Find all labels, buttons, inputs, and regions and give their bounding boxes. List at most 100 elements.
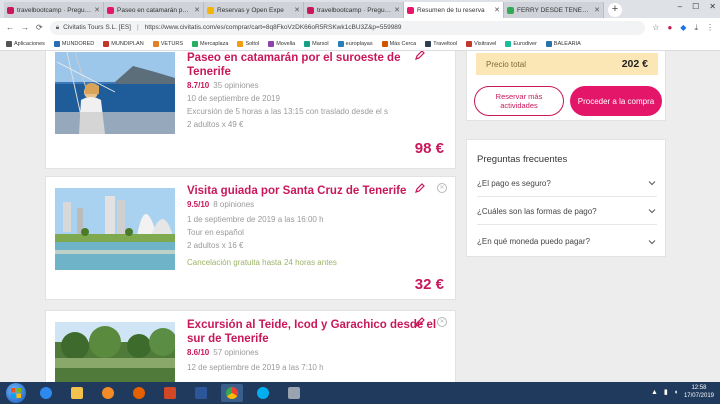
taskbar-word[interactable] <box>190 384 212 402</box>
activity-date: 12 de septiembre de 2019 a las 7:10 h <box>187 363 324 372</box>
bookmark-item[interactable]: Eurodiver <box>505 40 537 47</box>
lock-icon: 🔒︎ <box>55 23 60 31</box>
tab-close-icon[interactable]: ✕ <box>394 6 400 14</box>
extension-icon[interactable]: ● <box>667 23 672 33</box>
extension-icon-2[interactable]: ◆ <box>680 23 686 33</box>
page-content: Paseo en catamarán por el suroeste de Te… <box>0 51 720 382</box>
network-icon[interactable]: ▮ <box>664 388 668 396</box>
menu-icon[interactable]: ⋮ <box>706 23 714 33</box>
tab-3[interactable]: travelbootcamp · Preguntas ✕ <box>304 2 404 18</box>
bookmark-item[interactable]: BALEARIA <box>545 40 581 47</box>
reload-icon[interactable]: ⟳ <box>36 23 43 32</box>
minimize-icon[interactable]: – <box>678 2 682 11</box>
bookmark-item[interactable]: MUNDORED <box>53 40 94 47</box>
close-window-icon[interactable]: ✕ <box>709 2 716 11</box>
folder-icon <box>71 387 83 399</box>
bookmark-item[interactable]: Marsol <box>304 40 329 47</box>
activity-title[interactable]: Excursión al Teide, Icod y Garachico des… <box>187 318 443 346</box>
word-icon <box>195 387 207 399</box>
activity-detail: Excursión de 5 horas a las 13:15 con tra… <box>187 107 389 116</box>
bookmark-item[interactable]: Soltol <box>237 40 259 47</box>
tab-1[interactable]: Paseo en catamarán por el s ✕ <box>104 2 204 18</box>
tab-close-icon[interactable]: ✕ <box>194 6 200 14</box>
bookmark-favicon-icon <box>192 40 198 47</box>
tab-close-icon[interactable]: ✕ <box>294 6 300 14</box>
activity-rating: 8.6/10 57 opiniones <box>187 348 443 357</box>
tab-close-icon[interactable]: ✕ <box>494 6 500 14</box>
remove-item-icon[interactable]: ✕ <box>437 317 447 327</box>
chevron-down-icon <box>648 239 656 244</box>
taskbar-ie[interactable] <box>35 384 57 402</box>
activity-people: 2 adultos x 16 € <box>187 241 244 250</box>
bookmark-item[interactable]: Movella <box>268 40 295 47</box>
volume-icon[interactable]: ◖ <box>674 389 678 396</box>
maximize-icon[interactable]: ☐ <box>692 2 699 11</box>
tab-2[interactable]: Reservas y Open Expe ✕ <box>204 2 304 18</box>
bookmark-favicon-icon <box>304 40 311 47</box>
review-count[interactable]: 8 opiniones <box>213 200 254 209</box>
book-more-activities-button[interactable]: Reservar más actividades <box>474 86 564 116</box>
rating-score: 9.5/10 <box>187 200 210 209</box>
activity-thumbnail[interactable] <box>55 322 175 382</box>
taskbar-media[interactable] <box>97 384 119 402</box>
chevron-down-icon <box>648 209 656 214</box>
tab-favicon-icon <box>307 6 314 14</box>
bookmark-favicon-icon <box>337 40 344 47</box>
bookmark-item[interactable]: Visitravel <box>466 40 496 47</box>
bookmark-item[interactable]: Más Cerca <box>381 40 416 47</box>
faq-item-currency[interactable]: ¿En qué moneda puedo pagar? <box>477 228 657 255</box>
total-price-label: Precio total <box>486 59 527 69</box>
taskbar-chrome[interactable] <box>221 384 243 402</box>
start-button[interactable] <box>6 383 26 403</box>
total-price-row: Precio total 202 € <box>476 53 658 75</box>
tab-4[interactable]: Resumen de tu reserva ✕ <box>404 2 504 18</box>
tray-arrow-icon[interactable]: ▲ <box>651 389 658 396</box>
taskbar-skype[interactable] <box>252 384 274 402</box>
tab-favicon-icon <box>107 6 114 14</box>
tab-label: Resumen de tu reserva <box>417 6 485 14</box>
bookmark-favicon-icon <box>268 40 275 47</box>
tab-label: travelbootcamp · Preguntas <box>317 6 393 14</box>
taskbar-firefox[interactable] <box>128 384 150 402</box>
activity-title[interactable]: Visita guiada por Santa Cruz de Tenerife <box>187 184 443 198</box>
bookmark-item[interactable]: Traveltool <box>425 40 457 47</box>
back-icon[interactable]: ← <box>6 23 14 32</box>
download-icon[interactable]: ⤓ <box>694 23 698 33</box>
system-tray: ▲ ▮ ◖ 12:58 17/07/2019 <box>651 384 714 400</box>
taskbar-explorer[interactable] <box>66 384 88 402</box>
bookmark-item[interactable]: VETURS <box>152 40 183 47</box>
bookmark-item[interactable]: MUNDIPLAN <box>103 40 144 47</box>
activity-thumbnail[interactable] <box>55 52 175 134</box>
activity-rating: 9.5/10 8 opiniones <box>187 200 443 209</box>
activity-thumbnail[interactable] <box>55 188 175 270</box>
tab-close-icon[interactable]: ✕ <box>94 6 100 14</box>
bookmark-item[interactable]: Mercaplaza <box>192 40 228 47</box>
new-tab-button[interactable]: + <box>608 3 622 17</box>
bookmark-favicon-icon <box>466 40 473 47</box>
review-count[interactable]: 35 opiniones <box>213 81 258 90</box>
faq-item-payment-methods[interactable]: ¿Cuáles son las formas de pago? <box>477 198 657 225</box>
bookmark-item[interactable]: europlayas <box>337 40 373 47</box>
edit-pencil-icon[interactable] <box>415 51 425 60</box>
chrome-icon <box>226 387 238 399</box>
tab-5[interactable]: FERRY DESDE TENERIF ✕ <box>504 2 604 18</box>
clock[interactable]: 12:58 17/07/2019 <box>684 384 714 400</box>
bookmark-star-icon[interactable]: ☆ <box>652 23 659 33</box>
tab-0[interactable]: travelbootcamp · Preguntas ✕ <box>4 2 104 18</box>
edit-pencil-icon[interactable] <box>415 183 425 193</box>
review-count[interactable]: 57 opiniones <box>213 348 258 357</box>
remove-item-icon[interactable]: ✕ <box>437 183 447 193</box>
tab-close-icon[interactable]: ✕ <box>594 6 600 14</box>
taskbar-app[interactable] <box>283 384 305 402</box>
url-input[interactable]: 🔒︎ Civitatis Tours S.L. [ES] | https://w… <box>49 20 646 35</box>
bookmark-item[interactable]: Aplicaciones <box>6 40 45 47</box>
faq-item-payment-secure[interactable]: ¿El pago es seguro? <box>477 170 657 197</box>
taskbar-powerpoint[interactable] <box>159 384 181 402</box>
apps-icon <box>6 40 12 47</box>
proceed-to-checkout-button[interactable]: Proceder a la compra <box>570 86 662 116</box>
forward-icon[interactable]: → <box>21 23 29 32</box>
address-bar: ← → ⟳ 🔒︎ Civitatis Tours S.L. [ES] | htt… <box>0 18 720 37</box>
activity-title[interactable]: Paseo en catamarán por el suroeste de Te… <box>187 51 443 79</box>
tab-label: travelbootcamp · Preguntas <box>17 6 93 14</box>
edit-pencil-icon[interactable] <box>415 317 425 327</box>
